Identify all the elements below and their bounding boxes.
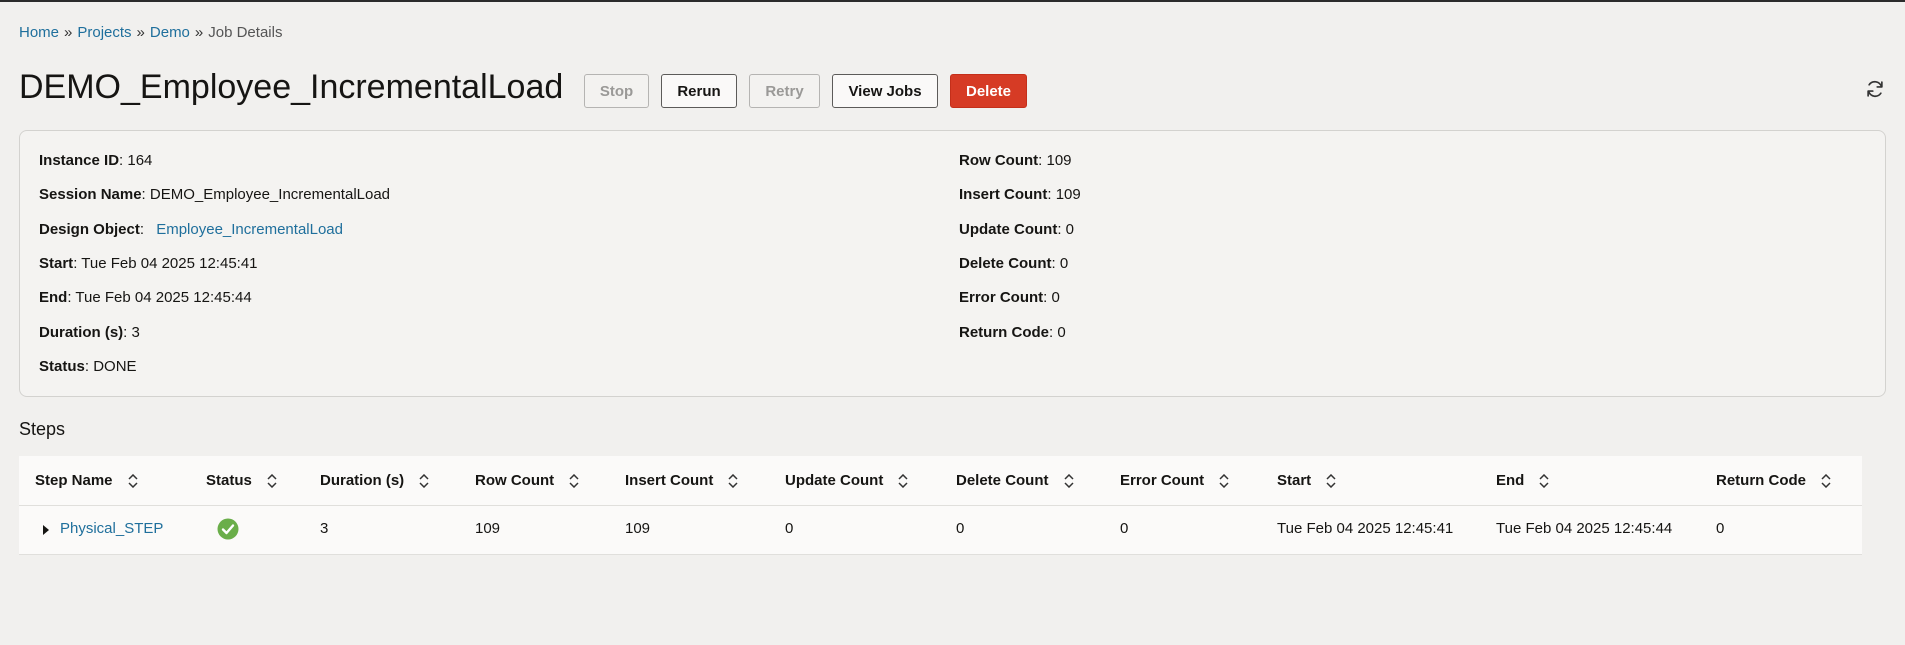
breadcrumb-separator: » <box>64 24 73 41</box>
instance-id-field: Instance ID: 164 <box>39 152 153 169</box>
job-details-panel: Instance ID: 164 Session Name: DEMO_Empl… <box>19 130 1886 397</box>
delete-button[interactable]: Delete <box>950 74 1027 108</box>
column-header-status[interactable]: Status <box>206 472 278 489</box>
end-cell: Tue Feb 04 2025 12:45:44 <box>1496 520 1673 537</box>
sort-icon[interactable] <box>568 473 580 488</box>
breadcrumb-demo-link[interactable]: Demo <box>150 24 190 41</box>
row-count-cell: 109 <box>475 520 501 537</box>
sort-icon[interactable] <box>418 473 430 488</box>
steps-heading: Steps <box>19 419 66 439</box>
column-header-row-count[interactable]: Row Count <box>475 472 580 489</box>
row-count-field: Row Count: 109 <box>959 152 1072 169</box>
delete-count-field: Delete Count: 0 <box>959 255 1069 272</box>
view-jobs-button[interactable]: View Jobs <box>832 74 938 108</box>
sort-icon[interactable] <box>1325 473 1337 488</box>
steps-table: Step Name Status Duration (s) Row Count … <box>19 456 1862 555</box>
table-header: Step Name Status Duration (s) Row Count … <box>19 456 1862 506</box>
sort-icon[interactable] <box>127 473 139 488</box>
sort-icon[interactable] <box>1820 473 1832 488</box>
duration-cell: 3 <box>320 520 329 537</box>
breadcrumb-separator: » <box>136 24 145 41</box>
breadcrumb-current: Job Details <box>208 24 283 41</box>
column-header-update-count[interactable]: Update Count <box>785 472 909 489</box>
column-header-delete-count[interactable]: Delete Count <box>956 472 1075 489</box>
error-count-field: Error Count: 0 <box>959 289 1060 306</box>
breadcrumb-separator: » <box>194 24 204 41</box>
status-field: Status: DONE <box>39 358 137 375</box>
breadcrumb-home-link[interactable]: Home <box>19 24 59 41</box>
design-object-link[interactable]: Employee_IncrementalLoad <box>156 221 343 238</box>
column-header-duration[interactable]: Duration (s) <box>320 472 430 489</box>
session-name-field: Session Name: DEMO_Employee_IncrementalL… <box>39 186 391 203</box>
breadcrumb-projects-link[interactable]: Projects <box>77 24 131 41</box>
design-object-field: Design Object: Employee_IncrementalLoad <box>39 221 343 238</box>
sort-icon[interactable] <box>897 473 909 488</box>
update-count-cell: 0 <box>785 520 794 537</box>
refresh-icon[interactable] <box>1864 78 1886 100</box>
column-header-end[interactable]: End <box>1496 472 1550 489</box>
column-header-step-name[interactable]: Step Name <box>35 472 139 489</box>
expand-row-icon[interactable] <box>43 525 49 535</box>
duration-field: Duration (s): 3 <box>39 324 140 341</box>
sort-icon[interactable] <box>1063 473 1075 488</box>
end-field: End: Tue Feb 04 2025 12:45:44 <box>39 289 252 306</box>
start-cell: Tue Feb 04 2025 12:45:41 <box>1277 520 1454 537</box>
sort-icon[interactable] <box>1218 473 1230 488</box>
column-header-start[interactable]: Start <box>1277 472 1337 489</box>
top-border <box>0 0 1905 2</box>
delete-count-cell: 0 <box>956 520 965 537</box>
check-circle-icon <box>217 518 239 540</box>
sort-icon[interactable] <box>1538 473 1550 488</box>
rerun-button[interactable]: Rerun <box>661 74 737 108</box>
stop-button[interactable]: Stop <box>584 74 649 108</box>
page-title: DEMO_Employee_IncrementalLoad <box>19 68 564 106</box>
breadcrumb: Home» Projects» Demo» Job Details <box>19 24 282 41</box>
column-header-insert-count[interactable]: Insert Count <box>625 472 739 489</box>
step-name-link[interactable]: Physical_STEP <box>60 520 163 537</box>
return-code-field: Return Code: 0 <box>959 324 1066 341</box>
return-code-cell: 0 <box>1716 520 1725 537</box>
start-field: Start: Tue Feb 04 2025 12:45:41 <box>39 255 258 272</box>
insert-count-cell: 109 <box>625 520 651 537</box>
column-header-return-code[interactable]: Return Code <box>1716 472 1832 489</box>
error-count-cell: 0 <box>1120 520 1129 537</box>
insert-count-field: Insert Count: 109 <box>959 186 1081 203</box>
update-count-field: Update Count: 0 <box>959 221 1075 238</box>
retry-button[interactable]: Retry <box>749 74 820 108</box>
column-header-error-count[interactable]: Error Count <box>1120 472 1230 489</box>
table-row: Physical_STEP 3 109 109 0 0 0 Tue Feb 04… <box>19 505 1862 555</box>
sort-icon[interactable] <box>266 473 278 488</box>
step-name-cell: Physical_STEP <box>60 520 163 537</box>
sort-icon[interactable] <box>727 473 739 488</box>
